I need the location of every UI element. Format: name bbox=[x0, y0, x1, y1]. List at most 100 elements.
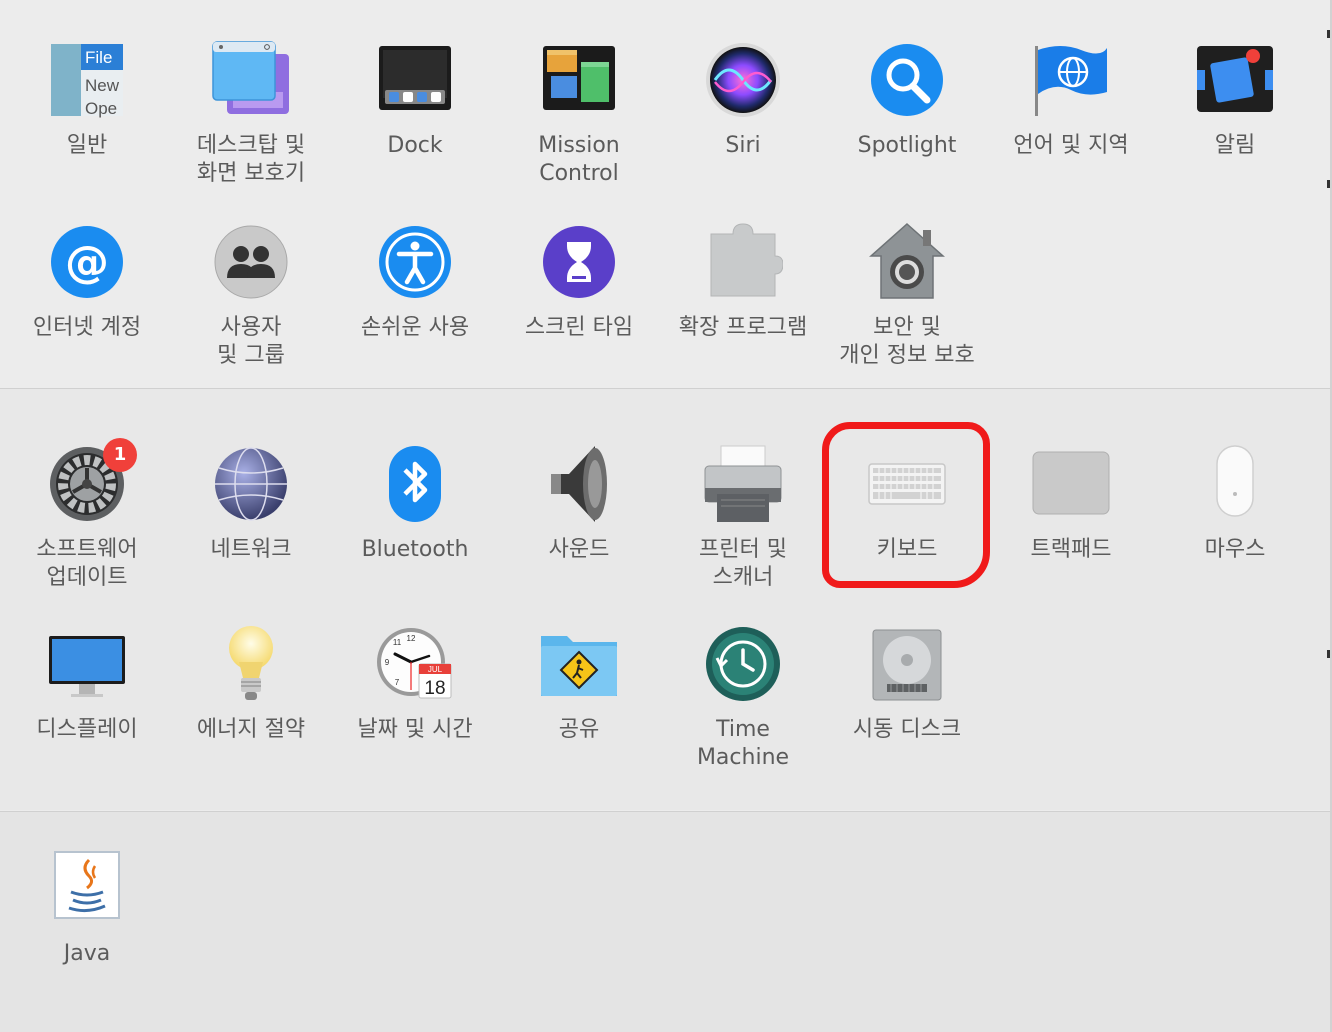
pref-label: Bluetooth bbox=[361, 537, 469, 562]
pref-bluetooth[interactable]: Bluetooth bbox=[335, 444, 495, 564]
pref-label: Dock bbox=[387, 133, 443, 158]
pref-label: 네트워크 bbox=[210, 537, 292, 562]
pref-date-time[interactable]: 12 11 9 7 JUL 18 날짜 및 시간 bbox=[335, 624, 495, 744]
displays-icon bbox=[47, 624, 127, 704]
notifications-icon bbox=[1195, 40, 1275, 120]
extensions-icon bbox=[703, 222, 783, 302]
pref-keyboard[interactable]: 키보드 bbox=[827, 444, 987, 564]
pref-label: 확장 프로그램 bbox=[678, 315, 808, 340]
pref-mouse[interactable]: 마우스 bbox=[1155, 444, 1315, 564]
pref-label: Java bbox=[63, 941, 111, 966]
pref-screen-time[interactable]: 스크린 타임 bbox=[499, 222, 659, 342]
pref-label: 키보드 bbox=[876, 537, 938, 562]
other-section bbox=[0, 811, 1330, 1032]
pref-network[interactable]: 네트워크 bbox=[171, 444, 331, 564]
pref-sound[interactable]: 사운드 bbox=[499, 444, 659, 564]
pref-label: 인터넷 계정 bbox=[32, 315, 142, 340]
pref-java[interactable]: Java bbox=[7, 848, 167, 968]
pref-security-privacy[interactable]: 보안 및 개인 정보 보호 bbox=[827, 222, 987, 370]
pref-label: 시동 디스크 bbox=[852, 717, 962, 742]
sharing-icon bbox=[539, 624, 619, 704]
pref-printers-scanners[interactable]: 프린터 및 스캐너 bbox=[663, 444, 823, 592]
clock-11-text: 11 bbox=[393, 638, 402, 647]
pref-extensions[interactable]: 확장 프로그램 bbox=[663, 222, 823, 342]
right-edge-mark bbox=[1327, 30, 1330, 38]
accessibility-icon bbox=[375, 222, 455, 302]
pref-spotlight[interactable]: Spotlight bbox=[827, 40, 987, 160]
pref-siri[interactable]: Siri bbox=[663, 40, 823, 160]
pref-label: 에너지 절약 bbox=[196, 717, 306, 742]
pref-label: 마우스 bbox=[1204, 537, 1266, 562]
siri-icon bbox=[703, 40, 783, 120]
java-icon bbox=[47, 848, 127, 928]
pref-label: 알림 bbox=[1214, 133, 1256, 158]
pref-mission-control[interactable]: Mission Control bbox=[499, 40, 659, 188]
startup-disk-icon bbox=[867, 624, 947, 704]
spotlight-icon bbox=[867, 40, 947, 120]
time-machine-icon bbox=[703, 624, 783, 704]
pref-label: 소프트웨어 업데이트 bbox=[36, 537, 138, 590]
printers-scanners-icon bbox=[703, 444, 783, 524]
users-groups-icon bbox=[211, 222, 291, 302]
right-edge-mark bbox=[1327, 650, 1330, 658]
date-time-icon: 12 11 9 7 JUL 18 bbox=[375, 624, 455, 704]
pref-label: 날짜 및 시간 bbox=[357, 717, 473, 742]
pref-label: 공유 bbox=[558, 717, 600, 742]
pref-label: 언어 및 지역 bbox=[1013, 133, 1129, 158]
pref-desktop-screensaver[interactable]: 데스크탑 및 화면 보호기 bbox=[171, 40, 331, 188]
pref-label: 일반 bbox=[66, 133, 108, 158]
mouse-icon bbox=[1195, 444, 1275, 524]
pref-trackpad[interactable]: 트랙패드 bbox=[991, 444, 1151, 564]
calendar-month-text: JUL bbox=[428, 665, 443, 674]
pref-label: Mission Control bbox=[538, 133, 620, 186]
pref-label: 스크린 타임 bbox=[524, 315, 634, 340]
desktop-screensaver-icon bbox=[211, 40, 291, 120]
system-preferences-window: File New Ope 일반 데스크탑 및 화면 보호기 Dock Missi… bbox=[0, 0, 1332, 1032]
clock-7-text: 7 bbox=[395, 678, 400, 687]
pref-label: 사용자 및 그룹 bbox=[217, 315, 285, 368]
pref-software-update[interactable]: 1 소프트웨어 업데이트 bbox=[7, 438, 167, 592]
calendar-day-text: 18 bbox=[424, 678, 445, 699]
pref-general[interactable]: File New Ope 일반 bbox=[7, 40, 167, 160]
trackpad-icon bbox=[1031, 444, 1111, 524]
pref-language-region[interactable]: 언어 및 지역 bbox=[991, 40, 1151, 160]
screen-time-icon bbox=[539, 222, 619, 302]
pref-dock[interactable]: Dock bbox=[335, 40, 495, 160]
pref-label: Siri bbox=[725, 133, 761, 158]
pref-label: Spotlight bbox=[857, 133, 957, 158]
general-new-text: New bbox=[85, 76, 120, 95]
mission-control-icon bbox=[539, 40, 619, 120]
right-edge-mark bbox=[1327, 180, 1330, 188]
pref-displays[interactable]: 디스플레이 bbox=[7, 624, 167, 744]
pref-label: 디스플레이 bbox=[36, 717, 138, 742]
pref-label: 트랙패드 bbox=[1030, 537, 1112, 562]
general-file-text: File bbox=[85, 48, 112, 67]
security-privacy-icon bbox=[867, 222, 947, 302]
clock-12-text: 12 bbox=[407, 634, 416, 643]
network-icon bbox=[211, 444, 291, 524]
pref-label: Time Machine bbox=[696, 717, 790, 770]
bluetooth-icon bbox=[375, 444, 455, 524]
pref-accessibility[interactable]: 손쉬운 사용 bbox=[335, 222, 495, 342]
internet-accounts-icon: @ bbox=[47, 222, 127, 302]
pref-time-machine[interactable]: Time Machine bbox=[663, 624, 823, 772]
pref-internet-accounts[interactable]: @ 인터넷 계정 bbox=[7, 222, 167, 342]
pref-label: 사운드 bbox=[548, 537, 610, 562]
pref-startup-disk[interactable]: 시동 디스크 bbox=[827, 624, 987, 744]
pref-label: 데스크탑 및 화면 보호기 bbox=[196, 133, 306, 186]
general-icon: File New Ope bbox=[47, 40, 127, 120]
pref-label: 프린터 및 스캐너 bbox=[699, 537, 787, 590]
pref-users-groups[interactable]: 사용자 및 그룹 bbox=[171, 222, 331, 370]
language-region-icon bbox=[1031, 40, 1111, 120]
update-count-badge: 1 bbox=[103, 438, 137, 472]
pref-label: 보안 및 개인 정보 보호 bbox=[839, 315, 975, 368]
pref-notifications[interactable]: 알림 bbox=[1155, 40, 1315, 160]
general-open-text: Ope bbox=[85, 99, 117, 118]
dock-icon bbox=[375, 40, 455, 120]
energy-saver-icon bbox=[211, 624, 291, 704]
pref-sharing[interactable]: 공유 bbox=[499, 624, 659, 744]
pref-label: 손쉬운 사용 bbox=[360, 315, 470, 340]
svg-text:@: @ bbox=[65, 237, 109, 288]
pref-energy-saver[interactable]: 에너지 절약 bbox=[171, 624, 331, 744]
keyboard-icon bbox=[867, 444, 947, 524]
